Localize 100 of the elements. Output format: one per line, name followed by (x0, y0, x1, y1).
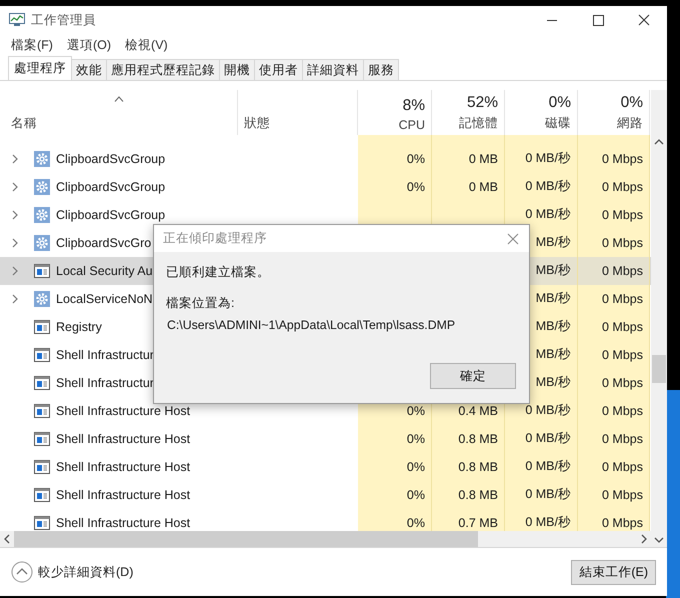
process-row[interactable]: ClipboardSvcGroup 0% 0 MB 0 MB/秒 0 Mbps (0, 172, 651, 201)
process-name: Shell Infrastructur (56, 376, 154, 390)
location-label: 檔案位置為: (166, 295, 234, 312)
chevron-right-icon[interactable] (12, 154, 18, 164)
window-icon (34, 488, 50, 502)
menu-item[interactable]: 檢視(V) (125, 36, 168, 54)
metric-cell: 0 Mbps (578, 200, 650, 229)
metric-cell: 0.7 MB (432, 508, 505, 531)
process-row[interactable]: ClipboardSvcGroup 0% 0 MB 0 MB/秒 0 Mbps (0, 144, 651, 173)
metric-cell: 0 MB/秒 (505, 200, 578, 229)
metric-cell: 0% (358, 508, 432, 531)
metric-cell: 0 MB (432, 172, 505, 201)
metric-cell: 0 MB/秒 (505, 172, 578, 201)
window-icon (34, 320, 50, 334)
tab[interactable]: 處理程序 (8, 56, 72, 80)
column-label: 網路 (617, 114, 643, 132)
process-row[interactable]: Shell Infrastructure Host 0% 0.8 MB 0 MB/秒 0 Mbps (0, 452, 651, 481)
metric-cell: 0.8 MB (432, 480, 505, 509)
metric-cell: 0% (358, 424, 432, 453)
table-cell (578, 134, 650, 145)
usage-percent: 0% (620, 94, 643, 112)
tab[interactable]: 開機 (220, 59, 255, 80)
gear-icon (34, 150, 50, 167)
chevron-right-icon[interactable] (12, 182, 18, 192)
process-name: Shell Infrastructure Host (56, 488, 190, 502)
metric-cell: 0 Mbps (578, 396, 650, 425)
gear-icon (34, 206, 50, 223)
metric-cell: 0% (358, 144, 432, 173)
window-icon (34, 460, 50, 474)
metric-cell: 0 MB/秒 (505, 452, 578, 481)
usage-percent: 0% (548, 94, 571, 112)
metric-cell: 0 MB/秒 (505, 480, 578, 509)
metric-cell: 0% (358, 480, 432, 509)
menu-item[interactable]: 檔案(F) (11, 36, 53, 54)
process-name: Shell Infrastructur (56, 348, 154, 362)
metric-cell: 0 Mbps (578, 312, 650, 341)
metric-cell: 0 MB/秒 (505, 508, 578, 531)
tab[interactable]: 使用者 (255, 59, 303, 80)
usage-percent: 52% (466, 94, 498, 112)
column-header[interactable]: 狀態 (238, 90, 358, 135)
horizontal-scrollbar-thumb[interactable] (14, 531, 478, 547)
column-label: 記憶體 (459, 114, 498, 132)
tab[interactable]: 應用程式歷程記錄 (107, 59, 220, 80)
process-row[interactable]: Shell Infrastructure Host 0% 0.8 MB 0 MB/秒 0 Mbps (0, 480, 651, 509)
ok-button[interactable]: 確定 (430, 363, 516, 389)
process-name: Local Security Au (56, 264, 153, 278)
collapse-up-icon (11, 561, 33, 583)
process-name: ClipboardSvcGroup (56, 152, 166, 166)
usage-percent: 8% (402, 96, 425, 115)
chevron-right-icon[interactable] (12, 266, 18, 276)
process-name: Shell Infrastructure Host (56, 432, 190, 446)
column-label: CPU (398, 118, 425, 132)
window-icon (34, 264, 50, 278)
metric-cell: 0 Mbps (578, 508, 650, 531)
column-label: 狀態 (244, 114, 271, 132)
window-icon (34, 348, 50, 362)
metric-cell: 0 Mbps (578, 228, 650, 257)
process-name: ClipboardSvcGro (56, 236, 152, 250)
menu-item[interactable]: 選項(O) (66, 36, 112, 54)
gear-icon (34, 178, 50, 195)
metric-cell: 0 MB/秒 (505, 424, 578, 453)
dialog-message: 已順利建立檔案。 (166, 264, 270, 281)
end-task-button[interactable]: 結束工作(E) (571, 560, 656, 584)
metric-cell: 0.8 MB (432, 452, 505, 481)
vertical-scrollbar-thumb[interactable] (652, 355, 666, 383)
dialog-title: 正在傾印處理程序 (163, 230, 267, 247)
metric-cell: 0 MB (432, 144, 505, 173)
process-name: LocalServiceNoN (56, 292, 153, 306)
metric-cell: 0 Mbps (578, 368, 650, 397)
column-header[interactable]: 名稱 (0, 90, 238, 135)
window-title: 工作管理員 (31, 12, 96, 28)
process-name: ClipboardSvcGroup (56, 208, 166, 222)
tab[interactable]: 服務 (364, 59, 399, 80)
metric-cell: 0 Mbps (578, 424, 650, 453)
chevron-right-icon[interactable] (12, 238, 18, 248)
file-path: C:\Users\ADMINI~1\AppData\Local\Temp\lsass.DMP (167, 318, 456, 332)
tab[interactable]: 詳細資料 (303, 59, 364, 80)
metric-cell: 0% (358, 172, 432, 201)
metric-cell: 0 MB/秒 (505, 144, 578, 173)
sort-caret-icon (114, 96, 124, 102)
process-name: Registry (56, 320, 102, 334)
close-icon[interactable] (507, 232, 519, 244)
metric-cell: 0 Mbps (578, 144, 650, 173)
gear-icon (34, 234, 50, 251)
column-label: 名稱 (11, 114, 38, 132)
tab[interactable]: 效能 (72, 59, 107, 80)
metric-cell: 0 Mbps (578, 172, 650, 201)
process-name: Shell Infrastructure Host (56, 516, 190, 530)
gear-icon (34, 290, 50, 307)
process-row[interactable]: Shell Infrastructure Host 0% 0.8 MB 0 MB/秒 0 Mbps (0, 424, 651, 453)
chevron-right-icon[interactable] (12, 294, 18, 304)
column-label: 磁碟 (545, 114, 571, 132)
chevron-right-icon[interactable] (12, 210, 18, 220)
fewer-details-link[interactable]: 較少詳細資料(D) (11, 561, 134, 583)
metric-cell: 0.8 MB (432, 424, 505, 453)
window-icon (34, 432, 50, 446)
window-icon (34, 376, 50, 390)
monitor-icon (9, 13, 25, 27)
process-name: ClipboardSvcGroup (56, 180, 166, 194)
process-name: Shell Infrastructure Host (56, 404, 190, 418)
